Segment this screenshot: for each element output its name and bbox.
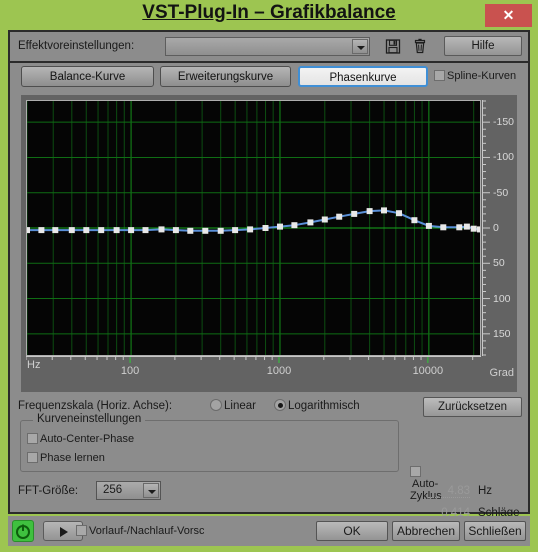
checkbox-box [27,452,38,463]
x-tick-label: 1000 [266,365,292,377]
radio-logarithmisch[interactable]: Logarithmisch [274,399,360,412]
chevron-down-icon [352,39,368,54]
floppy-disk-icon[interactable] [385,38,401,55]
x-axis: 100 1000 10000 [21,356,517,377]
checkbox-box [434,70,445,81]
tab-balance-kurve[interactable]: Balance-Kurve [21,66,154,87]
auto-cycle-hz-field[interactable]: 4.83 [428,485,470,498]
y-tick-label: -150 [493,116,515,129]
frequency-scale-label: Frequenzskala (Horiz. Achse): [18,400,173,412]
phase-lernen-checkbox[interactable]: Phase lernen [27,452,105,464]
phase-curve-graph: -150 -100 -50 0 50 100 150 100 1000 10000 Hz Gra… [21,95,517,392]
y-tick-label: 100 [493,292,511,305]
x-tick-label: 100 [120,365,140,377]
y-tick-label: 50 [493,257,505,270]
plugin-window: VST-Plug-In – Grafikbalance ✕ Effektvore… [0,0,538,552]
page-title: VST-Plug-In – Grafikbalance [142,2,396,23]
y-tick-label: -50 [493,186,509,199]
footer-bar: Vorlauf-/Nachlauf-Vorsch OK Abbrechen Sc… [8,516,530,546]
spline-kurven-checkbox[interactable]: Spline-Kurven [434,70,516,82]
cancel-button[interactable]: Abbrechen [392,521,460,541]
trash-icon[interactable] [412,38,428,55]
fft-size-label: FFT-Größe: [18,485,79,497]
checkbox-box [410,466,421,477]
preset-dropdown[interactable] [165,37,370,56]
checkbox-box [27,433,38,444]
phase-lernen-label: Phase lernen [40,452,105,464]
radio-linear-label: Linear [224,400,256,412]
curve-settings-group: Kurveneinstellungen Auto-Center-Phase Ph… [20,413,399,472]
plot-area[interactable] [26,100,481,356]
spline-kurven-label: Spline-Kurven [447,70,517,82]
auto-center-phase-label: Auto-Center-Phase [40,433,135,445]
close-dialog-button[interactable]: Schließen [464,521,526,541]
curve-settings-title: Kurveneinstellungen [33,413,146,425]
help-button[interactable]: Hilfe [444,36,522,56]
preset-toolbar: Effektvoreinstellungen: Hilfe [10,32,528,63]
fft-size-dropdown[interactable]: 256 [96,481,161,500]
reset-button[interactable]: Zurücksetzen [423,397,522,417]
x-axis-unit-label: Hz [27,359,41,371]
tab-phasenkurve[interactable]: Phasenkurve [298,66,428,87]
auto-center-phase-checkbox[interactable]: Auto-Center-Phase [27,433,134,445]
curve-tab-bar: Balance-Kurve Erweiterungskurve Phasenku… [10,63,528,92]
radio-dot [274,399,286,411]
x-tick-label: 10000 [412,365,444,377]
auto-cycle-hz-unit: Hz [478,485,493,497]
checkbox-box [76,525,87,536]
power-icon[interactable] [12,520,34,542]
fft-size-value: 256 [103,484,123,496]
y-tick-label: 0 [493,222,499,234]
ok-button[interactable]: OK [316,521,388,541]
close-button[interactable]: ✕ [485,4,532,27]
y-tick-label: 150 [493,327,511,340]
prefetch-label: Vorlauf-/Nachlauf-Vorsch [89,525,204,537]
chevron-down-icon [143,483,159,498]
y-axis-unit-label: Grad [489,367,514,379]
title-bar: VST-Plug-In – Grafikbalance ✕ [0,0,538,30]
preset-label: Effektvoreinstellungen: [18,40,135,52]
radio-linear[interactable]: Linear [210,399,256,412]
prefetch-checkbox[interactable]: Vorlauf-/Nachlauf-Vorsch [76,525,204,537]
tab-erweiterungskurve[interactable]: Erweiterungskurve [160,66,291,87]
y-axis: -150 -100 -50 0 50 100 150 [482,100,516,356]
y-tick-label: -100 [493,151,515,164]
radio-dot [210,399,222,411]
main-panel: Effektvoreinstellungen: Hilfe Balance-Ku… [8,30,530,520]
radio-logarithmisch-label: Logarithmisch [288,400,360,412]
